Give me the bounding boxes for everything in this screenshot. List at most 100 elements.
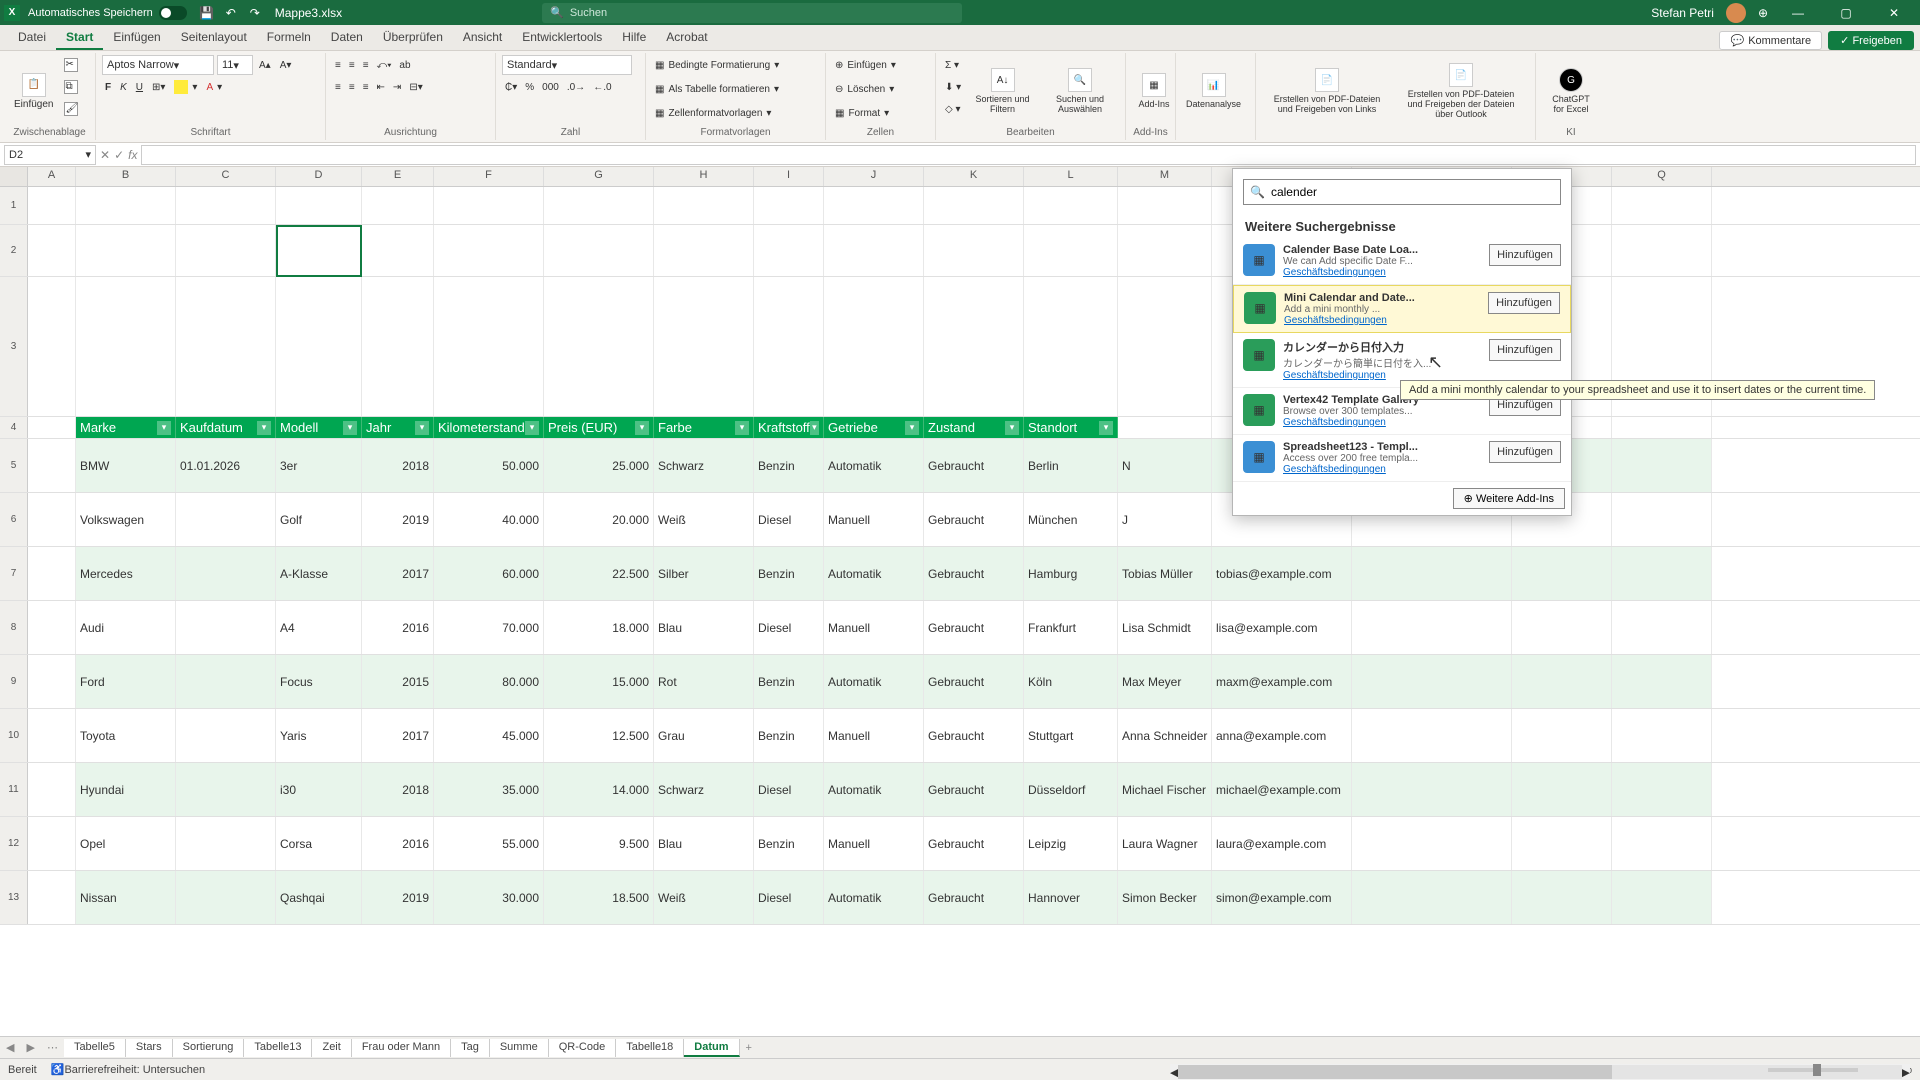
spreadsheet-grid[interactable]: ABCDEFGHIJKLMNOPQ 1234Marke▾Kaufdatum▾Mo… — [0, 167, 1920, 1036]
column-header[interactable]: B — [76, 167, 176, 186]
sheet-tab[interactable]: Sortierung — [173, 1039, 245, 1057]
cell[interactable] — [1352, 817, 1512, 870]
cell[interactable] — [754, 187, 824, 224]
cell[interactable]: 2018 — [362, 439, 434, 492]
addins-search-box[interactable]: 🔍 — [1243, 179, 1561, 205]
cell[interactable] — [1612, 655, 1712, 708]
cell[interactable]: 18.500 — [544, 871, 654, 924]
fill-button[interactable]: ⬇ ▾ — [942, 77, 964, 97]
align-right-button[interactable]: ≡ — [360, 77, 372, 97]
cell[interactable]: Gebraucht — [924, 817, 1024, 870]
cell[interactable]: Laura Wagner — [1118, 817, 1212, 870]
comma-button[interactable]: 000 — [539, 77, 562, 97]
table-header[interactable]: Zustand▾ — [924, 417, 1024, 438]
cut-button[interactable]: ✂ — [61, 55, 81, 75]
cell[interactable]: 3er — [276, 439, 362, 492]
cell[interactable] — [654, 187, 754, 224]
sheet-tab[interactable]: Summe — [490, 1039, 549, 1057]
cell[interactable]: 01.01.2026 — [176, 439, 276, 492]
cell[interactable]: 60.000 — [434, 547, 544, 600]
cell[interactable] — [176, 277, 276, 416]
align-bottom-button[interactable]: ≡ — [360, 55, 372, 75]
cell[interactable]: Gebraucht — [924, 547, 1024, 600]
cell[interactable]: 2019 — [362, 493, 434, 546]
cell[interactable]: Automatik — [824, 763, 924, 816]
column-header[interactable]: G — [544, 167, 654, 186]
cell[interactable] — [1612, 187, 1712, 224]
column-header[interactable]: I — [754, 167, 824, 186]
ribbon-tab-formeln[interactable]: Formeln — [257, 26, 321, 50]
filter-icon[interactable]: ▾ — [415, 421, 429, 435]
cell[interactable]: München — [1024, 493, 1118, 546]
addin-add-button[interactable]: Hinzufügen — [1489, 339, 1561, 361]
cell[interactable] — [362, 277, 434, 416]
cell[interactable]: 2018 — [362, 763, 434, 816]
cell[interactable] — [28, 871, 76, 924]
table-header[interactable]: Modell▾ — [276, 417, 362, 438]
sheet-nav-menu[interactable]: ⋯ — [41, 1041, 64, 1054]
cell[interactable]: Manuell — [824, 493, 924, 546]
format-cells-button[interactable]: ▦ Format ▾ — [832, 103, 929, 123]
create-pdf-outlook-button[interactable]: 📄Erstellen von PDF-Dateien und Freigeben… — [1396, 55, 1526, 127]
cell[interactable]: Toyota — [76, 709, 176, 762]
filter-icon[interactable]: ▾ — [525, 421, 539, 435]
comments-button[interactable]: 💬 Kommentare — [1719, 31, 1822, 50]
align-center-button[interactable]: ≡ — [346, 77, 358, 97]
format-painter-button[interactable]: 🖌 — [61, 99, 81, 119]
cell[interactable]: Düsseldorf — [1024, 763, 1118, 816]
share-button[interactable]: ✓ Freigeben — [1828, 31, 1914, 50]
cell[interactable]: 18.000 — [544, 601, 654, 654]
cell[interactable]: Manuell — [824, 817, 924, 870]
cell[interactable]: Automatik — [824, 655, 924, 708]
cell[interactable]: Nissan — [76, 871, 176, 924]
sheet-nav-next[interactable]: ▶ — [20, 1041, 40, 1054]
cell[interactable]: Blau — [654, 817, 754, 870]
column-header[interactable]: M — [1118, 167, 1212, 186]
cell[interactable]: Qashqai — [276, 871, 362, 924]
cell[interactable] — [276, 187, 362, 224]
indent-inc-button[interactable]: ⇥ — [390, 77, 404, 97]
cell[interactable] — [1612, 709, 1712, 762]
cell[interactable] — [754, 225, 824, 276]
font-color-button[interactable]: A▾ — [203, 77, 225, 97]
sheet-tab[interactable]: Tabelle13 — [244, 1039, 312, 1057]
cell-styles-button[interactable]: ▦ Zellenformatvorlagen ▾ — [652, 103, 819, 123]
cell[interactable]: 2016 — [362, 817, 434, 870]
cell[interactable] — [28, 709, 76, 762]
cell[interactable] — [1612, 817, 1712, 870]
cell[interactable] — [1512, 763, 1612, 816]
sort-filter-button[interactable]: A↓Sortieren und Filtern — [968, 55, 1037, 127]
cell[interactable]: Benzin — [754, 817, 824, 870]
paste-button[interactable]: 📋Einfügen — [10, 55, 57, 127]
addin-terms-link[interactable]: Geschäftsbedingungen — [1283, 417, 1481, 428]
column-header[interactable]: D — [276, 167, 362, 186]
underline-button[interactable]: U — [133, 77, 146, 97]
cell[interactable]: Gebraucht — [924, 871, 1024, 924]
filter-icon[interactable]: ▾ — [157, 421, 171, 435]
formula-bar[interactable] — [141, 145, 1916, 165]
addin-item[interactable]: ▦Mini Calendar and Date...Add a mini mon… — [1233, 285, 1571, 333]
table-header[interactable]: Standort▾ — [1024, 417, 1118, 438]
cell[interactable] — [176, 493, 276, 546]
cell[interactable]: Lisa Schmidt — [1118, 601, 1212, 654]
cell[interactable]: maxm@example.com — [1212, 655, 1352, 708]
ribbon-tab-hilfe[interactable]: Hilfe — [612, 26, 656, 50]
cell[interactable] — [362, 225, 434, 276]
cell[interactable]: tobias@example.com — [1212, 547, 1352, 600]
column-header[interactable]: Q — [1612, 167, 1712, 186]
cell[interactable] — [1118, 187, 1212, 224]
cell[interactable] — [362, 187, 434, 224]
filter-icon[interactable]: ▾ — [1005, 421, 1019, 435]
cell[interactable]: 45.000 — [434, 709, 544, 762]
cell[interactable]: Hamburg — [1024, 547, 1118, 600]
cell[interactable]: Blau — [654, 601, 754, 654]
align-left-button[interactable]: ≡ — [332, 77, 344, 97]
table-header[interactable]: Getriebe▾ — [824, 417, 924, 438]
cell[interactable]: 2019 — [362, 871, 434, 924]
cell[interactable] — [28, 225, 76, 276]
cell[interactable]: anna@example.com — [1212, 709, 1352, 762]
sheet-tab[interactable]: Stars — [126, 1039, 173, 1057]
cell[interactable]: Gebraucht — [924, 763, 1024, 816]
cell[interactable] — [544, 225, 654, 276]
orientation-button[interactable]: ⤺▾ — [374, 55, 395, 75]
